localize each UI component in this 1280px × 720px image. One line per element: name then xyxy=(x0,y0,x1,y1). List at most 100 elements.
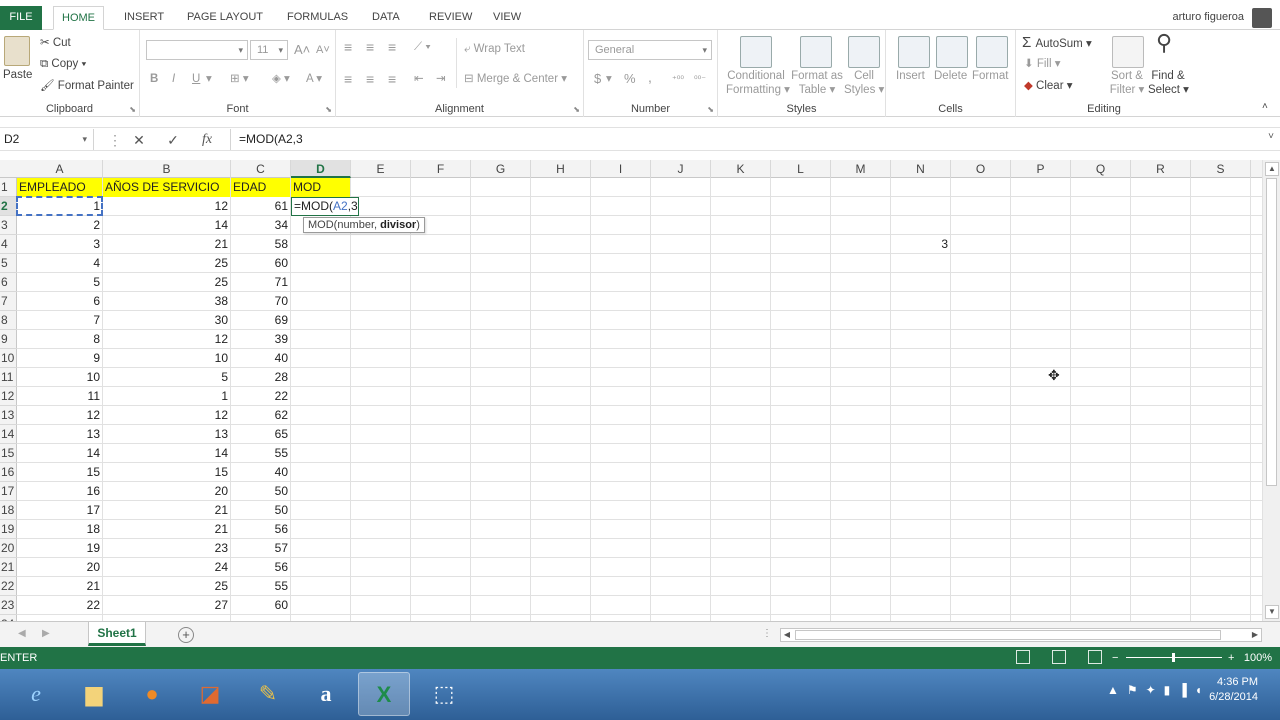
cell[interactable]: 10 xyxy=(17,368,102,387)
row-header[interactable]: 5 xyxy=(0,254,17,273)
font-color-button[interactable]: A ▾ xyxy=(306,72,322,86)
excel-taskbar-icon[interactable]: X xyxy=(358,672,410,716)
amazon-icon[interactable]: a xyxy=(300,672,352,716)
format-painter-button[interactable]: 🖌 Format Painter xyxy=(40,79,134,93)
row-header[interactable]: 17 xyxy=(0,482,17,501)
column-header-b[interactable]: B xyxy=(103,160,231,178)
insert-cells-icon[interactable] xyxy=(898,36,930,68)
cell[interactable]: 70 xyxy=(231,292,290,311)
tab-review[interactable]: REVIEW xyxy=(421,6,480,30)
comma-button[interactable]: , xyxy=(648,70,652,84)
snipping-tool-icon[interactable]: ⬚ xyxy=(418,672,470,716)
scroll-up-icon[interactable]: ▲ xyxy=(1265,162,1279,176)
binoculars-icon[interactable]: ⚲ xyxy=(1156,32,1172,54)
row-header[interactable]: 8 xyxy=(0,311,17,330)
paste-icon[interactable] xyxy=(4,36,30,66)
column-header-a[interactable]: A xyxy=(17,160,103,178)
cell[interactable]: 11 xyxy=(17,387,102,406)
align-top-icon[interactable]: ≡ xyxy=(344,40,352,54)
row-header[interactable]: 15 xyxy=(0,444,17,463)
column-header-n[interactable]: N xyxy=(891,160,951,178)
column-header-d[interactable]: D xyxy=(291,160,351,178)
row-header[interactable]: 12 xyxy=(0,387,17,406)
number-format-combo[interactable]: General xyxy=(588,40,712,60)
clock[interactable]: 4:36 PM 6/28/2014 xyxy=(1209,675,1258,705)
column-header-i[interactable]: I xyxy=(591,160,651,178)
fill-color-icon[interactable]: ◈ ▾ xyxy=(272,72,290,86)
cell[interactable]: 38 xyxy=(103,292,230,311)
format-as-table-icon[interactable] xyxy=(800,36,832,68)
prev-sheet-icon[interactable]: ◀ xyxy=(18,628,26,639)
cell[interactable]: 6 xyxy=(17,292,102,311)
percent-button[interactable]: % xyxy=(624,72,636,86)
delete-cells-icon[interactable] xyxy=(936,36,968,68)
cell[interactable]: 56 xyxy=(231,558,290,577)
formula-input[interactable]: =MOD(A2,3 xyxy=(230,129,1260,150)
dialog-launcher-icon[interactable]: ⬊ xyxy=(707,105,714,114)
cell[interactable]: 28 xyxy=(231,368,290,387)
currency-button[interactable]: $ xyxy=(594,72,601,86)
cell[interactable]: 22 xyxy=(231,387,290,406)
cell[interactable]: 20 xyxy=(103,482,230,501)
system-tray-icons[interactable]: ▲⚑✦▮▐◖ xyxy=(1107,683,1210,697)
underline-dropdown-icon[interactable]: ▾ xyxy=(206,72,212,86)
cell[interactable]: 22 xyxy=(17,596,102,615)
italic-button[interactable]: I xyxy=(172,72,175,86)
cell[interactable]: 71 xyxy=(231,273,290,292)
insert-button[interactable]: Insert xyxy=(896,69,925,83)
row-header[interactable]: 13 xyxy=(0,406,17,425)
cell[interactable]: 18 xyxy=(17,520,102,539)
row-header[interactable]: 11 xyxy=(0,368,17,387)
cell[interactable]: 57 xyxy=(231,539,290,558)
column-header-p[interactable]: P xyxy=(1011,160,1071,178)
split-handle-icon[interactable]: ⋮ xyxy=(762,628,772,639)
column-header-l[interactable]: L xyxy=(771,160,831,178)
borders-icon[interactable]: ⊞ ▾ xyxy=(230,72,249,86)
cell[interactable]: 15 xyxy=(103,463,230,482)
cell[interactable]: 2 xyxy=(17,216,102,235)
column-header-s[interactable]: S xyxy=(1191,160,1251,178)
scroll-thumb[interactable] xyxy=(1266,178,1277,486)
font-size-combo[interactable]: 11 xyxy=(250,40,288,60)
cell[interactable]: 17 xyxy=(17,501,102,520)
cell[interactable]: 13 xyxy=(17,425,102,444)
bold-button[interactable]: B xyxy=(150,72,158,86)
cell[interactable]: 61 xyxy=(231,197,290,216)
edit-cell-d2[interactable]: =MOD(A2,3 xyxy=(291,197,359,216)
cell-styles-icon[interactable] xyxy=(848,36,880,68)
sort-filter-icon[interactable] xyxy=(1112,36,1144,68)
cell[interactable]: 60 xyxy=(231,254,290,273)
avatar[interactable] xyxy=(1252,8,1272,28)
row-header[interactable]: 10 xyxy=(0,349,17,368)
tab-data[interactable]: DATA xyxy=(364,6,408,30)
column-header-m[interactable]: M xyxy=(831,160,891,178)
merge-center-button[interactable]: ⊟ Merge & Center ▾ xyxy=(464,72,567,86)
cell[interactable]: 19 xyxy=(17,539,102,558)
cell[interactable]: 3 xyxy=(891,235,950,254)
cell[interactable]: 1 xyxy=(103,387,230,406)
page-break-view-icon[interactable] xyxy=(1088,650,1102,664)
cell[interactable]: 25 xyxy=(103,577,230,596)
tab-view[interactable]: VIEW xyxy=(485,6,529,30)
align-bottom-icon[interactable]: ≡ xyxy=(388,40,396,54)
cell[interactable]: 40 xyxy=(231,463,290,482)
tab-insert[interactable]: INSERT xyxy=(116,6,172,30)
cell[interactable]: 8 xyxy=(17,330,102,349)
tab-formulas[interactable]: FORMULAS xyxy=(279,6,356,30)
expand-formula-bar-icon[interactable]: ˅ xyxy=(1268,131,1274,142)
clear-button[interactable]: ◆ Clear ▾ xyxy=(1024,79,1073,93)
format-button[interactable]: Format xyxy=(972,69,1008,83)
row-header[interactable]: 2 xyxy=(0,197,17,216)
fill-button[interactable]: ⬇ Fill ▾ xyxy=(1024,57,1061,71)
format-as-table-button[interactable]: Format as Table ▾ xyxy=(790,69,844,97)
page-layout-view-icon[interactable] xyxy=(1052,650,1066,664)
column-header-q[interactable]: Q xyxy=(1071,160,1131,178)
row-header[interactable]: 3 xyxy=(0,216,17,235)
scroll-left-icon[interactable]: ◀ xyxy=(781,628,793,642)
column-header-o[interactable]: O xyxy=(951,160,1011,178)
cell[interactable]: 5 xyxy=(17,273,102,292)
cell[interactable]: 21 xyxy=(103,520,230,539)
align-middle-icon[interactable]: ≡ xyxy=(366,40,374,54)
zoom-out-icon[interactable]: − xyxy=(1112,647,1118,669)
sheet-tab[interactable]: Sheet1 xyxy=(88,622,146,646)
